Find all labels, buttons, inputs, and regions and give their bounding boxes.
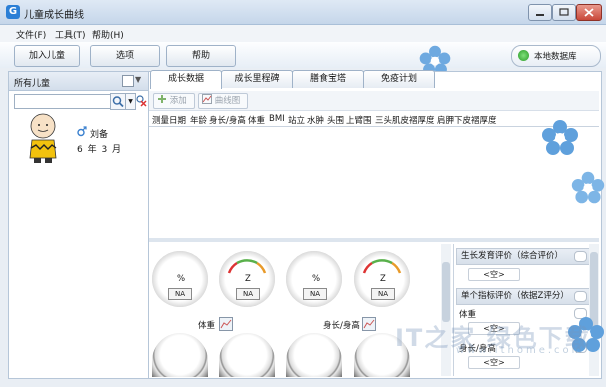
site-watermark-url: www.ithome.com [456, 345, 585, 356]
menu-file[interactable]: 文件(F) [16, 28, 46, 41]
child-name[interactable]: 刘备 [90, 127, 108, 140]
status-dot-icon [518, 50, 529, 61]
weight-chart-button[interactable] [219, 317, 233, 331]
minimize-icon [536, 14, 544, 16]
chart-icon [202, 94, 212, 104]
search-icon [112, 96, 124, 108]
evaluation-scrollbar[interactable] [589, 244, 599, 376]
height-gauges-label: 身长/身高 [323, 321, 360, 331]
tab-growth-data[interactable]: 成长数据 [150, 70, 222, 89]
close-button[interactable] [576, 4, 602, 21]
search-input[interactable] [14, 94, 113, 109]
add-child-button[interactable]: 加入儿童 [14, 45, 80, 67]
menu-bar [0, 25, 606, 43]
child-avatar[interactable] [23, 112, 63, 166]
height-percentile-value: NA [303, 288, 327, 300]
tab-immunization[interactable]: 免疫计划 [363, 70, 435, 88]
maximize-button[interactable] [552, 4, 576, 21]
tab-food-pyramid[interactable]: 膳食宝塔 [292, 70, 364, 88]
maximize-icon [559, 8, 569, 16]
clear-search-button[interactable] [135, 93, 147, 108]
clear-search-icon [136, 95, 147, 107]
tab-milestones[interactable]: 成长里程碑 [221, 70, 293, 88]
single-evaluation-header: 单个指标评价（依据Z评分） [456, 288, 590, 305]
col-measure-date[interactable]: 测量日期 [152, 114, 186, 126]
chevron-down-icon[interactable]: ▼ [135, 75, 141, 84]
zscore-arc-icon [227, 259, 267, 274]
col-bmi[interactable]: BMI [269, 114, 285, 124]
gauge-unit-label: % [312, 274, 321, 284]
minimize-button[interactable] [528, 4, 552, 21]
col-height[interactable]: 身长/身高 [209, 114, 246, 126]
zscore-arc-icon [362, 259, 402, 274]
col-age[interactable]: 年龄 [190, 114, 207, 126]
curve-chart-button[interactable]: 曲线图 [198, 93, 248, 109]
height-chart-button[interactable] [362, 317, 376, 331]
window-title: 儿童成长曲线 [24, 10, 84, 21]
gauges-scrollbar[interactable] [441, 244, 451, 376]
help-button[interactable]: 帮助 [166, 45, 236, 67]
curve-chart-label: 曲线图 [214, 96, 241, 106]
add-record-button[interactable]: 添加 [153, 93, 195, 109]
select-all-checkbox[interactable] [122, 75, 134, 87]
menu-help[interactable]: 帮助(H) [92, 28, 124, 41]
title-bar [0, 0, 606, 25]
local-database-status[interactable]: 本地数据库 [511, 45, 601, 67]
chart-icon [220, 319, 232, 329]
options-button[interactable]: 选项 [90, 45, 160, 67]
col-edema[interactable]: 水肿 [307, 114, 324, 126]
col-standing[interactable]: 站立 [288, 114, 305, 126]
children-list-panel: 所有儿童 ▼ ▼ 刘备 6 年 3 月 [8, 71, 149, 379]
height-evaluation-value: <空> [468, 356, 520, 369]
evaluation-panel: 生长发育评价（综合评价） <空> 单个指标评价（依据Z评分） 体重 <空> 身长… [453, 244, 600, 376]
flower-decoration [542, 120, 578, 155]
growth-data-table[interactable] [149, 127, 599, 235]
overall-evaluation-value: <空> [468, 268, 520, 281]
menu-tools[interactable]: 工具(T) [55, 28, 86, 41]
search-button[interactable] [110, 93, 126, 110]
local-database-label: 本地数据库 [534, 52, 577, 62]
flower-decoration [571, 171, 605, 204]
add-icon [158, 95, 166, 103]
app-icon: G [6, 5, 20, 19]
chart-icon [363, 319, 375, 329]
all-children-label: 所有儿童 [14, 79, 51, 89]
close-icon [584, 8, 594, 17]
weight-percentile-value: NA [168, 288, 192, 300]
overall-evaluation-toggle[interactable] [574, 251, 587, 262]
add-record-label: 添加 [169, 96, 187, 106]
overall-evaluation-header: 生长发育评价（综合评价） [456, 248, 590, 265]
gauge-unit-label: % [177, 274, 186, 284]
col-subscapular-skinfold[interactable]: 肩胛下皮褶厚度 [437, 114, 497, 126]
col-triceps-skinfold[interactable]: 三头肌皮褶厚度 [375, 114, 435, 126]
child-age: 6 年 3 月 [77, 145, 123, 155]
weight-gauges-label: 体重 [198, 321, 216, 331]
single-evaluation-toggle[interactable] [574, 291, 587, 302]
col-arm-circ[interactable]: 上臂围 [346, 114, 372, 126]
col-head-circ[interactable]: 头围 [327, 114, 344, 126]
male-icon [77, 126, 87, 137]
scrollbar-thumb[interactable] [442, 262, 450, 322]
col-weight[interactable]: 体重 [248, 114, 265, 126]
